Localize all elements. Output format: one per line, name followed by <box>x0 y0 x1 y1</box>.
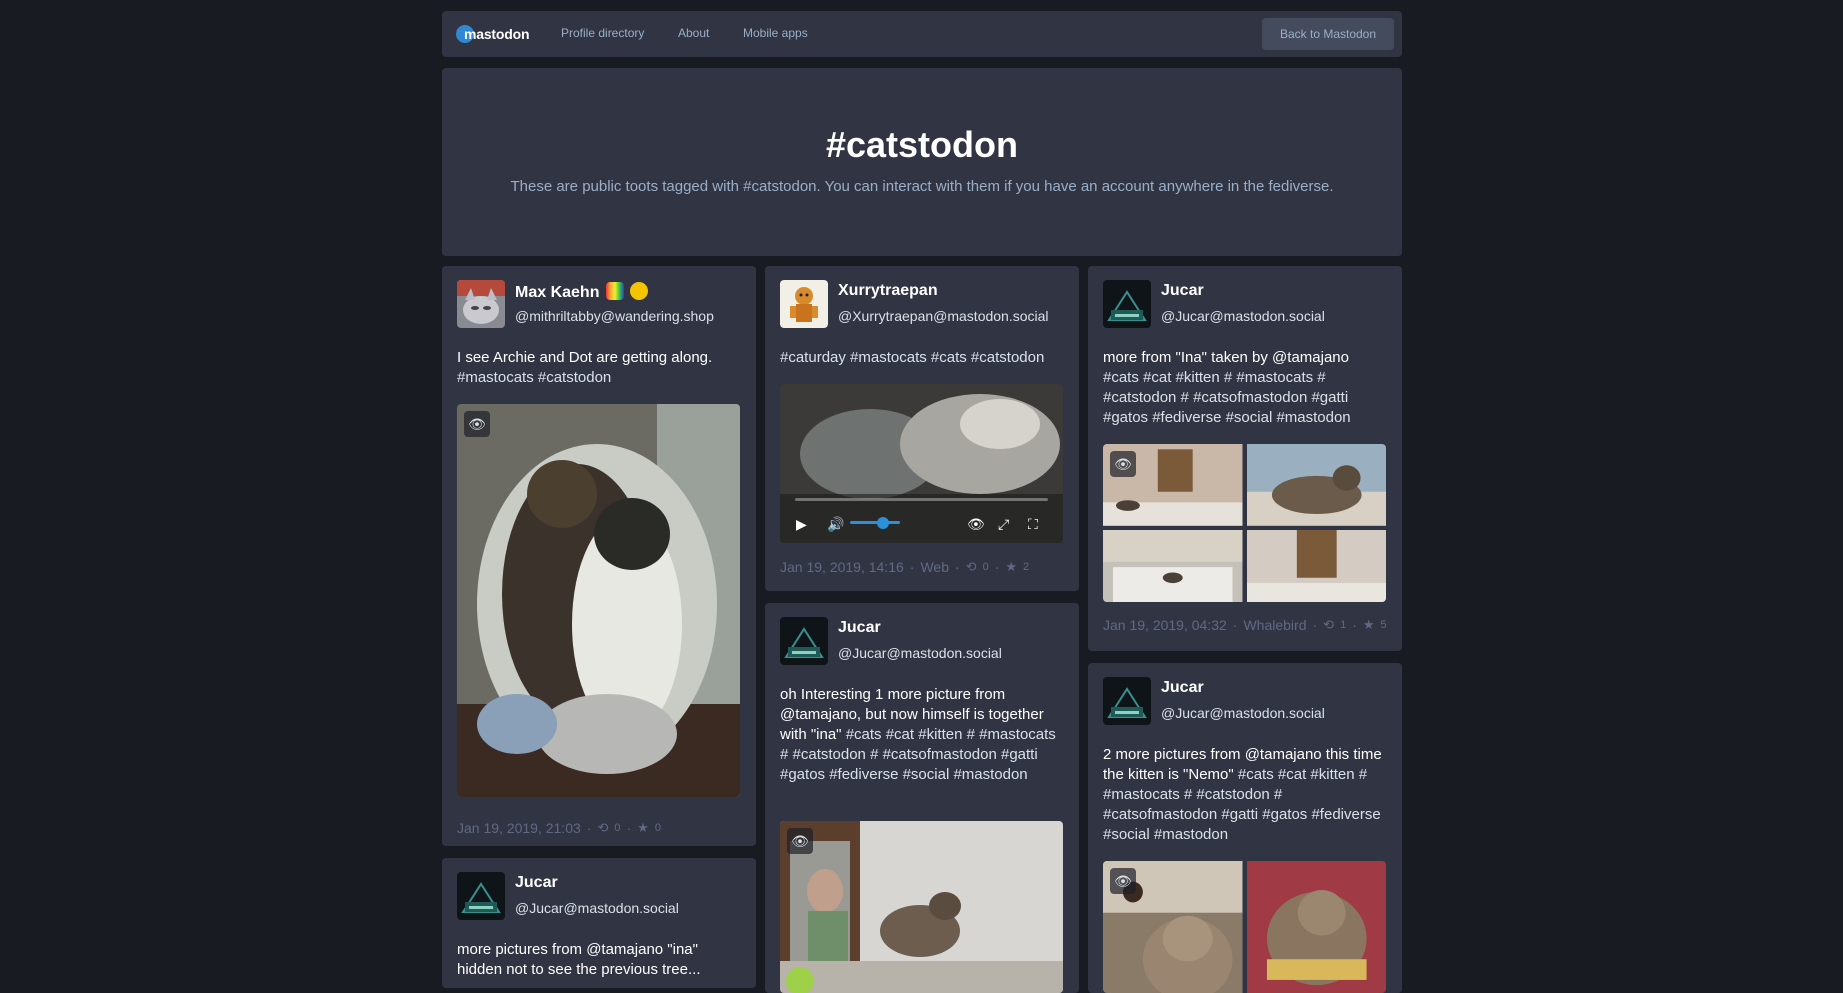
video-frame <box>780 384 1063 543</box>
status-content: more pictures from @tamajano "ina" hidde… <box>457 941 701 978</box>
media-image[interactable]: 👁 <box>457 404 740 797</box>
volume-slider-handle[interactable] <box>877 517 889 529</box>
top-nav: mastodon Profile directory About Mobile … <box>442 11 1402 57</box>
media-image[interactable]: 👁 <box>780 821 1063 993</box>
hide-media-button[interactable]: 👁 <box>464 411 490 437</box>
play-icon[interactable]: ▶ <box>796 516 807 533</box>
eye-icon: 👁 <box>1114 872 1132 889</box>
eye-icon: 👁 <box>468 415 486 432</box>
account-handle[interactable]: @Jucar@mastodon.social <box>838 645 1002 661</box>
status-content: I see Archie and Dot are getting along. … <box>457 348 741 388</box>
avatar[interactable] <box>780 280 828 328</box>
gallery-image[interactable] <box>1246 444 1386 526</box>
boost-count: 0 <box>614 822 621 834</box>
status-card[interactable]: Xurrytraepan @Xurrytraepan@mastodon.soci… <box>765 266 1079 591</box>
boost-count: 0 <box>982 561 989 573</box>
avatar[interactable] <box>457 872 505 920</box>
status-card[interactable]: Jucar @Jucar@mastodon.social more from "… <box>1088 266 1402 651</box>
video-progress[interactable] <box>795 498 1048 501</box>
display-name[interactable]: Jucar <box>1161 679 1204 697</box>
avatar[interactable] <box>1103 677 1151 725</box>
favourite-count: 5 <box>1380 619 1387 631</box>
media-gallery[interactable]: 👁 <box>1103 444 1386 602</box>
display-name[interactable]: Jucar <box>838 619 881 637</box>
hashtag-links[interactable]: #cats #cat #kitten # #mastocats # #catst… <box>1103 369 1351 426</box>
hashtag-header: #catstodon These are public toots tagged… <box>442 68 1402 256</box>
fullscreen-icon[interactable]: ⛶ <box>1028 516 1038 533</box>
eye-icon: 👁 <box>791 832 809 849</box>
nav-link-profile-directory[interactable]: Profile directory <box>561 26 644 40</box>
eye-icon: 👁 <box>1114 455 1132 472</box>
status-meta: Jan 19, 2019, 14:16 · Web · ⟲ 0 · ★ 2 <box>780 559 1030 575</box>
cats-photo <box>457 404 740 797</box>
status-content: 2 more pictures from @tamajano this time… <box>1103 745 1387 845</box>
logo-text: mastodon <box>464 26 530 42</box>
display-name-text: Max Kaehn <box>515 284 600 301</box>
volume-slider[interactable] <box>850 521 900 524</box>
star-icon[interactable]: ★ <box>1363 617 1375 633</box>
display-name[interactable]: Jucar <box>1161 282 1204 300</box>
account-handle[interactable]: @Jucar@mastodon.social <box>1161 705 1325 721</box>
display-name[interactable]: Xurrytraepan <box>838 282 938 300</box>
rainbow-emoji-icon <box>605 282 624 300</box>
expand-icon[interactable]: ⤢ <box>998 516 1009 533</box>
volume-icon[interactable]: 🔊 <box>827 516 844 533</box>
star-icon[interactable]: ★ <box>1005 559 1017 575</box>
account-handle[interactable]: @Jucar@mastodon.social <box>515 900 679 916</box>
hashtag-links[interactable]: #caturday #mastocats #cats #catstodon <box>780 349 1044 366</box>
status-text: I see Archie and Dot are getting along. <box>457 349 713 366</box>
timestamp[interactable]: Jan 19, 2019, 21:03 <box>457 820 581 836</box>
status-meta: Jan 19, 2019, 21:03 · ⟲ 0 · ★ 0 <box>457 820 661 836</box>
cat-emoji-icon <box>630 282 649 300</box>
avatar[interactable] <box>457 280 505 328</box>
page: mastodon Profile directory About Mobile … <box>0 0 1843 993</box>
eye-icon[interactable]: 👁 <box>967 516 985 533</box>
boost-count: 1 <box>1340 619 1347 631</box>
status-card[interactable]: Jucar @Jucar@mastodon.social more pictur… <box>442 858 756 988</box>
avatar[interactable] <box>780 617 828 665</box>
status-content: more from "Ina" taken by @tamajano #cats… <box>1103 348 1387 428</box>
page-title: #catstodon <box>825 124 1019 165</box>
status-card[interactable]: Max Kaehn @mithriltabby@wandering.shop I… <box>442 266 756 846</box>
nav-link-mobile-apps[interactable]: Mobile apps <box>743 26 808 40</box>
retweet-icon[interactable]: ⟲ <box>597 820 608 836</box>
star-icon[interactable]: ★ <box>637 820 649 836</box>
gallery-image[interactable] <box>1103 529 1243 602</box>
app-name[interactable]: Web <box>920 559 949 575</box>
favourite-count: 0 <box>654 822 661 834</box>
app-name[interactable]: Whalebird <box>1243 617 1306 633</box>
gallery-grid <box>1103 444 1386 602</box>
man-and-cat-photo <box>780 821 1063 993</box>
media-gallery[interactable]: 👁 <box>1103 861 1386 993</box>
status-meta: Jan 19, 2019, 04:32 · Whalebird · ⟲ 1 · … <box>1103 617 1387 633</box>
display-name[interactable]: Jucar <box>515 874 558 892</box>
account-handle[interactable]: @mithriltabby@wandering.shop <box>515 308 714 324</box>
status-card[interactable]: Jucar @Jucar@mastodon.social 2 more pict… <box>1088 663 1402 993</box>
retweet-icon[interactable]: ⟲ <box>966 559 977 575</box>
back-to-mastodon-button[interactable]: Back to Mastodon <box>1262 18 1394 50</box>
gallery-image[interactable] <box>1246 529 1386 602</box>
account-handle[interactable]: @Jucar@mastodon.social <box>1161 308 1325 324</box>
hide-media-button[interactable]: 👁 <box>1110 868 1136 894</box>
display-name[interactable]: Max Kaehn <box>515 282 649 302</box>
hide-media-button[interactable]: 👁 <box>1110 451 1136 477</box>
status-card[interactable]: Jucar @Jucar@mastodon.social oh Interest… <box>765 603 1079 993</box>
account-handle[interactable]: @Xurrytraepan@mastodon.social <box>838 308 1049 324</box>
timestamp[interactable]: Jan 19, 2019, 14:16 <box>780 559 904 575</box>
gallery-image[interactable] <box>1246 861 1386 993</box>
hide-media-button[interactable]: 👁 <box>787 828 813 854</box>
avatar[interactable] <box>1103 280 1151 328</box>
hashtag-links[interactable]: #mastocats #catstodon <box>457 369 611 386</box>
video-player[interactable]: ▶ 🔊 👁 ⤢ ⛶ <box>780 384 1063 543</box>
status-content: oh Interesting 1 more picture from @tama… <box>780 685 1064 785</box>
mastodon-logo[interactable]: mastodon <box>456 24 529 44</box>
favourite-count: 2 <box>1023 561 1030 573</box>
nav-link-about[interactable]: About <box>678 26 709 40</box>
retweet-icon[interactable]: ⟲ <box>1323 617 1334 633</box>
page-description: These are public toots tagged with #cats… <box>510 178 1334 195</box>
status-content: #caturday #mastocats #cats #catstodon <box>780 348 1064 368</box>
gallery-grid <box>1103 861 1386 993</box>
status-text: more from "Ina" taken by @tamajano <box>1103 349 1349 366</box>
timestamp[interactable]: Jan 19, 2019, 04:32 <box>1103 617 1227 633</box>
